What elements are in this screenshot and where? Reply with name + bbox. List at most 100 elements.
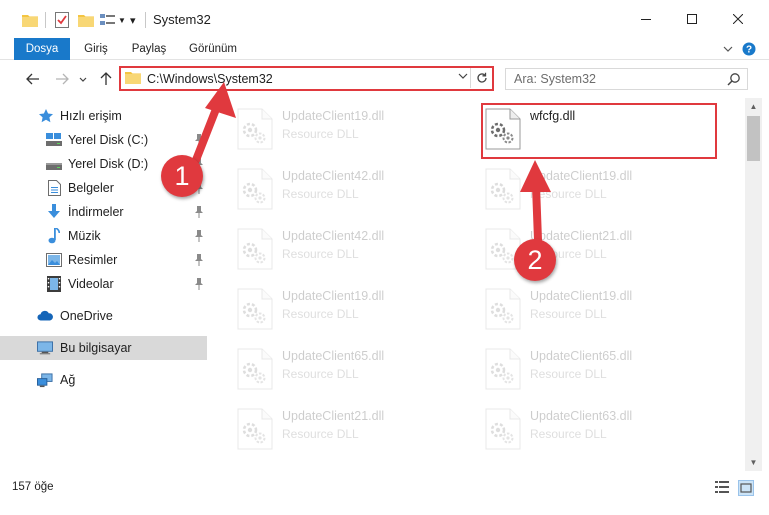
music-icon xyxy=(46,228,62,244)
file-name: UpdateClient19.dll xyxy=(530,289,633,303)
document-icon xyxy=(46,180,62,196)
file-item[interactable]: UpdateClient19.dll Resource DLL xyxy=(236,104,476,156)
cloud-icon xyxy=(37,308,53,324)
file-name: UpdateClient65.dll xyxy=(530,349,633,363)
file-name: UpdateClient42.dll xyxy=(282,229,385,243)
up-button[interactable] xyxy=(95,68,117,90)
scroll-down-button[interactable]: ▼ xyxy=(745,454,762,471)
nav-item-this-pc[interactable]: Bu bilgisayar xyxy=(0,336,207,360)
pin-icon xyxy=(194,206,204,218)
nav-item-network[interactable]: Ağ xyxy=(0,368,207,392)
ribbon: Dosya Giriş Paylaş Görünüm ? xyxy=(0,38,769,90)
tab-home[interactable]: Giriş xyxy=(78,38,114,60)
minimize-button[interactable] xyxy=(623,0,669,38)
details-view-icon[interactable] xyxy=(715,480,731,496)
new-folder-icon[interactable] xyxy=(78,10,94,30)
nav-item-pictures[interactable]: Resimler xyxy=(0,248,207,272)
close-button[interactable] xyxy=(715,0,761,38)
address-bar[interactable]: C:\Windows\System32 xyxy=(119,66,494,91)
dll-file-icon xyxy=(236,288,274,330)
file-type: Resource DLL xyxy=(282,427,359,441)
file-item[interactable]: UpdateClient42.dll Resource DLL xyxy=(236,224,476,276)
forward-button[interactable] xyxy=(51,68,73,90)
nav-item-label: Müzik xyxy=(68,229,101,243)
vertical-scrollbar[interactable]: ▲ ▼ xyxy=(745,98,762,471)
search-box[interactable]: Ara: System32 xyxy=(505,68,748,90)
nav-item-videos[interactable]: Videolar xyxy=(0,272,207,296)
pin-icon xyxy=(194,254,204,266)
scroll-up-button[interactable]: ▲ xyxy=(745,98,762,115)
dll-file-icon xyxy=(236,108,274,150)
file-name: UpdateClient63.dll xyxy=(530,409,633,423)
nav-item-label: Videolar xyxy=(68,277,114,291)
nav-item-label: İndirmeler xyxy=(68,205,124,219)
large-icons-view-icon[interactable] xyxy=(738,480,754,496)
dll-file-icon xyxy=(236,168,274,210)
nav-item-onedrive[interactable]: OneDrive xyxy=(0,304,207,328)
file-item[interactable]: UpdateClient42.dll Resource DLL xyxy=(236,164,476,216)
window-title: System32 xyxy=(153,12,211,27)
chevron-down-icon[interactable] xyxy=(458,71,468,82)
dll-file-icon xyxy=(236,408,274,450)
nav-item-local-disk-c[interactable]: Yerel Disk (C:) xyxy=(0,128,207,152)
customize-toolbar-icon[interactable]: ▾ xyxy=(130,10,136,30)
file-name: UpdateClient42.dll xyxy=(282,169,385,183)
dll-file-icon xyxy=(484,288,522,330)
svg-text:?: ? xyxy=(746,45,752,56)
nav-item-label: Hızlı erişim xyxy=(60,109,122,123)
dll-file-icon xyxy=(236,228,274,270)
expand-ribbon-icon[interactable] xyxy=(720,41,736,57)
file-name: UpdateClient65.dll xyxy=(282,349,385,363)
nav-item-downloads[interactable]: İndirmeler xyxy=(0,200,207,224)
file-name: UpdateClient19.dll xyxy=(530,169,633,183)
status-bar: 157 öğe xyxy=(0,471,769,505)
chevron-down-icon[interactable]: ▼ xyxy=(118,10,126,30)
file-item[interactable]: UpdateClient21.dll Resource DLL xyxy=(236,404,476,456)
nav-item-label: Bu bilgisayar xyxy=(60,341,132,355)
item-count: 157 öğe xyxy=(12,481,54,493)
file-type: Resource DLL xyxy=(282,127,359,141)
pictures-icon xyxy=(46,252,62,268)
recent-locations-button[interactable] xyxy=(76,68,90,90)
file-type: Resource DLL xyxy=(530,367,607,381)
dll-file-icon xyxy=(484,348,522,390)
dll-file-icon xyxy=(484,408,522,450)
address-path[interactable]: C:\Windows\System32 xyxy=(147,72,273,86)
file-type: Resource DLL xyxy=(282,307,359,321)
nav-item-music[interactable]: Müzik xyxy=(0,224,207,248)
maximize-button[interactable] xyxy=(669,0,715,38)
file-type: Resource DLL xyxy=(282,247,359,261)
scroll-thumb[interactable] xyxy=(747,116,760,161)
refresh-button[interactable] xyxy=(470,68,492,88)
file-item[interactable]: UpdateClient19.dll Resource DLL xyxy=(484,284,724,336)
file-type: Resource DLL xyxy=(530,187,607,201)
file-item[interactable]: UpdateClient65.dll Resource DLL xyxy=(484,344,724,396)
nav-item-label: Belgeler xyxy=(68,181,114,195)
file-item[interactable]: UpdateClient19.dll Resource DLL xyxy=(236,284,476,336)
file-name: UpdateClient19.dll xyxy=(282,109,385,123)
pin-icon xyxy=(194,134,204,146)
file-type: Resource DLL xyxy=(530,307,607,321)
nav-item-label: Yerel Disk (D:) xyxy=(68,157,149,171)
nav-item-label: Resimler xyxy=(68,253,118,267)
file-type: Resource DLL xyxy=(282,367,359,381)
help-icon[interactable]: ? xyxy=(741,41,757,57)
file-item[interactable]: UpdateClient65.dll Resource DLL xyxy=(236,344,476,396)
nav-item-label: Yerel Disk (C:) xyxy=(68,133,149,147)
view-options-icon[interactable] xyxy=(100,10,116,30)
search-icon[interactable] xyxy=(727,72,741,86)
nav-item-quick-access[interactable]: Hızlı erişim xyxy=(0,104,207,128)
pin-icon xyxy=(194,230,204,242)
file-item[interactable]: UpdateClient63.dll Resource DLL xyxy=(484,404,724,456)
file-name: UpdateClient19.dll xyxy=(282,289,385,303)
search-input[interactable]: Ara: System32 xyxy=(514,72,596,86)
tab-view[interactable]: Görünüm xyxy=(184,38,242,60)
file-item[interactable]: UpdateClient19.dll Resource DLL xyxy=(484,164,724,216)
file-name: UpdateClient21.dll xyxy=(282,409,385,423)
back-button[interactable] xyxy=(22,68,44,90)
file-type: Resource DLL xyxy=(530,427,607,441)
tab-share[interactable]: Paylaş xyxy=(126,38,172,60)
title-bar: ▼ ▾ System32 xyxy=(0,0,769,38)
pin-icon xyxy=(194,278,204,290)
properties-icon[interactable] xyxy=(55,10,69,30)
